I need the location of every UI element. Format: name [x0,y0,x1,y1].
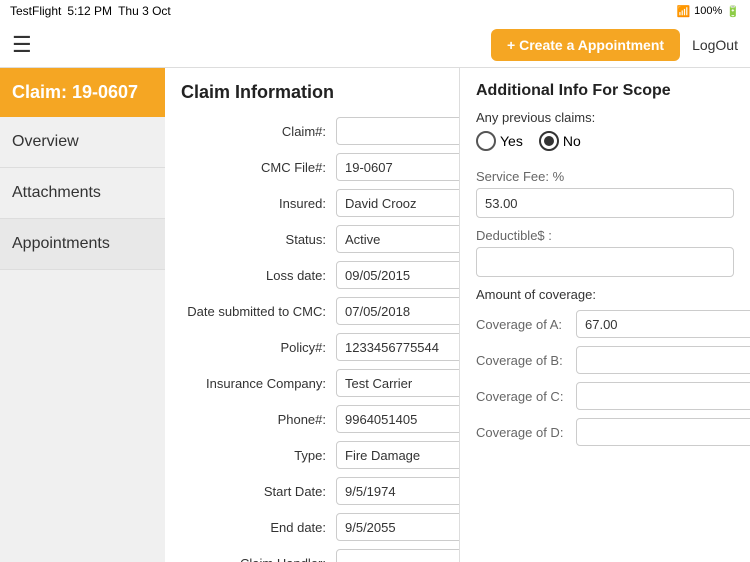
sidebar-overview-label: Overview [12,133,79,150]
sidebar-appointments-label: Appointments [12,235,110,252]
radio-no-circle[interactable] [539,131,559,151]
coverage-b-label: Coverage of B: [476,353,576,368]
form-row-loss-date: Loss date: [181,261,443,289]
hamburger-menu-icon[interactable]: ☰ [12,34,32,56]
radio-option-no[interactable]: No [539,131,581,151]
radio-yes-label: Yes [500,133,523,149]
input-status[interactable] [336,225,460,253]
coverage-row-c: Coverage of C: [476,382,734,410]
form-row-insurance-company: Insurance Company: [181,369,443,397]
create-appointment-button[interactable]: + Create a Appointment [491,29,680,61]
form-row-start-date: Start Date: [181,477,443,505]
label-loss-date: Loss date: [181,268,336,283]
input-claim-handler[interactable] [336,549,460,562]
label-status: Status: [181,232,336,247]
label-policy: Policy#: [181,340,336,355]
content-area: Claim Information Claim#: CMC File#: Ins… [165,68,750,562]
sidebar-attachments-label: Attachments [12,184,101,201]
radio-option-yes[interactable]: Yes [476,131,523,151]
top-nav-actions: + Create a Appointment LogOut [491,29,738,61]
input-type[interactable] [336,441,460,469]
app-name: TestFlight [10,4,61,18]
amount-of-coverage-title: Amount of coverage: [476,287,734,302]
main-layout: Claim: 19-0607 Overview Attachments Appo… [0,68,750,562]
battery-level: 100% [694,5,722,17]
battery-icon: 🔋 [726,5,740,18]
form-row-phone: Phone#: [181,405,443,433]
top-nav: ☰ + Create a Appointment LogOut [0,22,750,68]
input-service-fee[interactable] [476,188,734,218]
claim-info-title: Claim Information [181,82,443,103]
input-coverage-a[interactable] [576,310,750,338]
sidebar: Claim: 19-0607 Overview Attachments Appo… [0,68,165,562]
wifi-icon: 📶 [676,5,690,18]
input-cmc-file[interactable] [336,153,460,181]
sidebar-item-appointments[interactable]: Appointments [0,219,165,270]
input-date-submitted[interactable] [336,297,460,325]
radio-group-previous-claims: Yes No [476,131,734,151]
radio-yes-circle[interactable] [476,131,496,151]
input-claim-number[interactable] [336,117,460,145]
logout-button[interactable]: LogOut [692,37,738,53]
label-insurance-company: Insurance Company: [181,376,336,391]
radio-no-label: No [563,133,581,149]
label-type: Type: [181,448,336,463]
input-policy[interactable] [336,333,460,361]
claim-info-panel: Claim Information Claim#: CMC File#: Ins… [165,68,460,562]
form-row-claim-number: Claim#: [181,117,443,145]
input-insurance-company[interactable] [336,369,460,397]
form-row-insured: Insured: [181,189,443,217]
form-row-cmc-file: CMC File#: [181,153,443,181]
coverage-a-label: Coverage of A: [476,317,576,332]
form-row-policy: Policy#: [181,333,443,361]
label-date-submitted: Date submitted to CMC: [181,304,336,319]
label-cmc-file: CMC File#: [181,160,336,175]
time: 5:12 PM [67,4,112,18]
label-phone: Phone#: [181,412,336,427]
label-start-date: Start Date: [181,484,336,499]
additional-info-panel: Additional Info For Scope Any previous c… [460,68,750,562]
status-bar-right: 📶 100% 🔋 [676,5,740,18]
coverage-row-d: Coverage of D: [476,418,734,446]
input-phone[interactable] [336,405,460,433]
input-insured[interactable] [336,189,460,217]
input-end-date[interactable] [336,513,460,541]
status-bar: TestFlight 5:12 PM Thu 3 Oct 📶 100% 🔋 [0,0,750,22]
deductible-label: Deductible$ : [476,228,734,243]
coverage-d-label: Coverage of D: [476,425,576,440]
coverage-c-label: Coverage of C: [476,389,576,404]
date: Thu 3 Oct [118,4,171,18]
additional-info-title: Additional Info For Scope [476,82,734,100]
input-coverage-d[interactable] [576,418,750,446]
label-claim-handler: Claim Handler: [181,556,336,562]
form-row-claim-handler: Claim Handler: [181,549,443,562]
sidebar-claim-id: Claim: 19-0607 [0,68,165,117]
input-coverage-b[interactable] [576,346,750,374]
input-loss-date[interactable] [336,261,460,289]
label-insured: Insured: [181,196,336,211]
form-row-status: Status: [181,225,443,253]
form-row-date-submitted: Date submitted to CMC: [181,297,443,325]
sidebar-item-overview[interactable]: Overview [0,117,165,168]
sidebar-item-attachments[interactable]: Attachments [0,168,165,219]
form-row-end-date: End date: [181,513,443,541]
input-coverage-c[interactable] [576,382,750,410]
form-row-type: Type: [181,441,443,469]
input-deductible[interactable] [476,247,734,277]
coverage-row-a: Coverage of A: [476,310,734,338]
coverage-row-b: Coverage of B: [476,346,734,374]
service-fee-label: Service Fee: % [476,169,734,184]
previous-claims-label: Any previous claims: [476,110,734,125]
label-end-date: End date: [181,520,336,535]
label-claim-number: Claim#: [181,124,336,139]
input-start-date[interactable] [336,477,460,505]
